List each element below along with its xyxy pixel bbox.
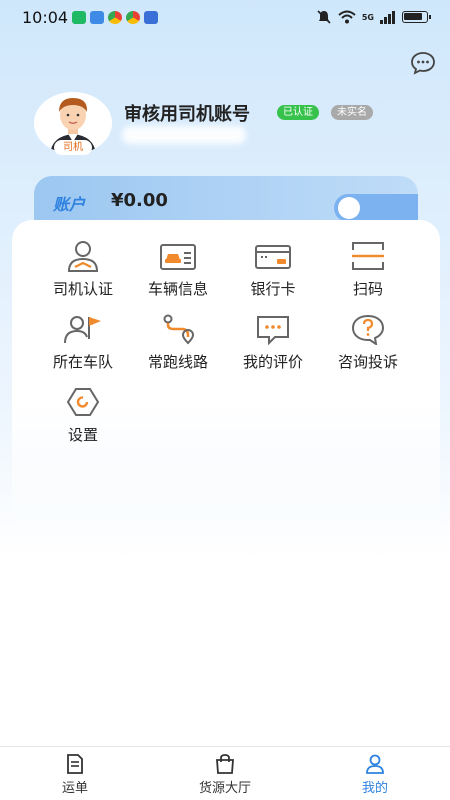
scan-icon: [352, 242, 384, 270]
complaint-icon: [351, 314, 385, 345]
menu-label: 车辆信息: [147, 280, 208, 298]
nav-tab-waybill[interactable]: 运单: [30, 753, 120, 796]
shopping-bag-icon: [216, 754, 234, 774]
menu-item-fleet[interactable]: 所在车队: [38, 313, 128, 372]
menu-item-vehicle-info[interactable]: 车辆信息: [133, 240, 223, 299]
fleet-icon: [64, 316, 101, 344]
menu-label: 常跑线路: [147, 353, 208, 371]
masked-phone-number: [122, 126, 246, 144]
menu-panel: 司机认证 车辆信息 银行卡 扫码 所在车队 常跑线路 我的评价 咨询投诉 设置: [12, 220, 440, 550]
mute-icon: [317, 10, 331, 24]
status-bar: 10:04 5G: [0, 0, 450, 36]
download-icon: [144, 11, 158, 24]
browser-icon: [108, 11, 122, 24]
verified-badge: 已认证: [277, 105, 319, 120]
battery-icon: [402, 11, 431, 23]
driver-certification-icon: [67, 241, 99, 272]
account-label: 账户: [53, 195, 86, 214]
bottom-navigation: 运单 货源大厅 我的: [0, 746, 450, 800]
nav-tab-mine[interactable]: 我的: [330, 753, 420, 796]
menu-item-scan[interactable]: 扫码: [323, 240, 413, 299]
app-notification-icon: [72, 11, 86, 24]
vehicle-info-icon: [160, 244, 196, 270]
avatar-role-tag: 司机: [54, 140, 92, 155]
unverified-name-badge: 未实名: [331, 105, 373, 120]
menu-label: 咨询投诉: [337, 353, 398, 371]
review-icon: [257, 316, 289, 345]
account-name: 审核用司机账号: [124, 104, 250, 125]
menu-label: 银行卡: [250, 280, 296, 298]
notification-icons: [72, 11, 158, 24]
account-balance: ¥0.00: [111, 190, 168, 211]
menu-item-consult-complaint[interactable]: 咨询投诉: [323, 313, 413, 372]
network-type: 5G: [361, 12, 374, 22]
menu-item-driver-certification[interactable]: 司机认证: [38, 240, 128, 299]
signal-icon: [380, 10, 395, 24]
nav-tab-cargo-hall[interactable]: 货源大厅: [180, 753, 270, 796]
menu-item-bank-card[interactable]: 银行卡: [228, 240, 318, 299]
settings-icon: [66, 388, 100, 416]
message-button[interactable]: [410, 50, 436, 76]
waybill-icon: [67, 754, 83, 774]
user-icon: [366, 754, 384, 774]
menu-label: 所在车队: [52, 353, 113, 371]
browser-icon: [126, 11, 140, 24]
menu-label: 司机认证: [52, 280, 113, 298]
nav-label: 运单: [61, 781, 88, 796]
nav-label: 我的: [361, 781, 388, 796]
bank-card-icon: [255, 245, 291, 269]
menu-label: 我的评价: [242, 353, 303, 371]
status-time: 10:04: [22, 8, 69, 27]
menu-item-settings[interactable]: 设置: [38, 386, 128, 445]
usb-icon: [90, 11, 104, 24]
chat-bubble-icon: [411, 52, 435, 75]
menu-item-my-reviews[interactable]: 我的评价: [228, 313, 318, 372]
status-right: 5G: [316, 9, 431, 25]
menu-label: 设置: [67, 426, 98, 444]
balance-visibility-toggle[interactable]: [334, 194, 418, 222]
menu-item-route[interactable]: 常跑线路: [133, 313, 223, 372]
wifi-icon: [338, 10, 356, 24]
toggle-knob: [338, 197, 360, 219]
nav-label: 货源大厅: [198, 781, 251, 796]
menu-label: 扫码: [352, 280, 383, 298]
route-icon: [163, 314, 195, 345]
